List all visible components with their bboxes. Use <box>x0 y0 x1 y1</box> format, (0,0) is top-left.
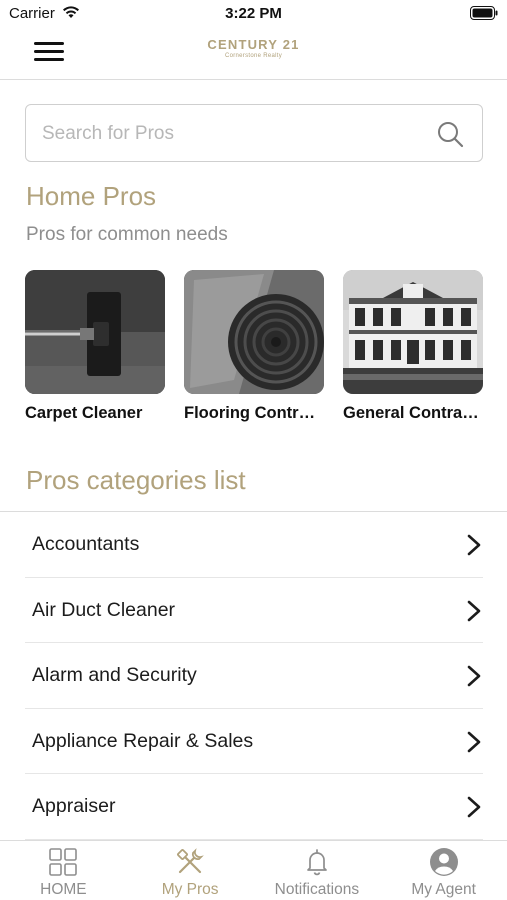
home-pros-subtitle: Pros for common needs <box>26 224 228 245</box>
brand-logo: CENTURY 21 Cornerstone Realty <box>0 37 507 59</box>
pro-card-label: Carpet Cleaner <box>25 404 143 422</box>
category-item-appliance-repair[interactable]: Appliance Repair & Sales <box>25 709 483 774</box>
pro-card-label: General Contractors <box>343 404 483 422</box>
house-photo <box>343 270 483 394</box>
pro-card-general-contractors[interactable]: General Contractors <box>343 270 483 423</box>
category-label: Accountants <box>32 533 140 555</box>
chevron-right-icon <box>467 731 481 752</box>
category-item-accountants[interactable]: Accountants <box>25 512 483 578</box>
tab-notifications[interactable]: Notifications <box>254 841 381 900</box>
logo-text: CENTURY 21 <box>207 37 300 52</box>
search-box[interactable] <box>25 104 483 162</box>
pro-card-carpet-cleaner[interactable]: Carpet Cleaner <box>25 270 165 423</box>
categories-list: Accountants Air Duct Cleaner Alarm and S… <box>0 511 507 840</box>
logo-subtext: Cornerstone Realty <box>224 53 283 59</box>
chevron-right-icon <box>467 665 481 687</box>
tools-icon <box>177 848 204 874</box>
tab-bar: HOME My Pros Notifications My Agent <box>0 840 507 900</box>
app-header: CENTURY 21 Cornerstone Realty <box>0 28 507 80</box>
search-input[interactable] <box>42 119 422 149</box>
grid-icon <box>49 848 78 876</box>
tab-label: My Agent <box>411 881 476 898</box>
chevron-right-icon <box>467 534 481 556</box>
category-item-air-duct-cleaner[interactable]: Air Duct Cleaner <box>25 578 483 643</box>
category-item-appraiser[interactable]: Appraiser <box>25 774 483 840</box>
chevron-right-icon <box>467 796 481 818</box>
tab-label: HOME <box>40 881 87 898</box>
carpet-cleaner-photo <box>25 270 165 394</box>
battery-icon <box>470 6 498 20</box>
chevron-right-icon <box>467 600 481 621</box>
home-pros-title: Home Pros <box>26 181 157 211</box>
tab-home[interactable]: HOME <box>0 841 127 900</box>
tab-label: Notifications <box>274 881 360 898</box>
carpet-roll-photo <box>184 270 324 394</box>
search-icon[interactable] <box>436 120 464 148</box>
bell-icon <box>307 849 327 876</box>
status-bar: Carrier 3:22 PM <box>0 0 507 28</box>
category-label: Appliance Repair & Sales <box>32 729 254 752</box>
pro-card-label: Flooring Contractors <box>184 404 324 422</box>
tab-my-pros[interactable]: My Pros <box>127 841 254 900</box>
categories-title: Pros categories list <box>26 465 246 495</box>
tab-my-agent[interactable]: My Agent <box>380 841 507 900</box>
status-time: 3:22 PM <box>225 5 282 22</box>
pro-card-flooring-contractors[interactable]: Flooring Contractors <box>184 270 324 423</box>
person-icon <box>429 848 458 876</box>
category-label: Appraiser <box>32 795 116 817</box>
category-item-alarm-and-security[interactable]: Alarm and Security <box>25 643 483 709</box>
tab-label: My Pros <box>161 881 219 898</box>
category-label: Air Duct Cleaner <box>32 598 176 621</box>
category-label: Alarm and Security <box>32 664 197 686</box>
